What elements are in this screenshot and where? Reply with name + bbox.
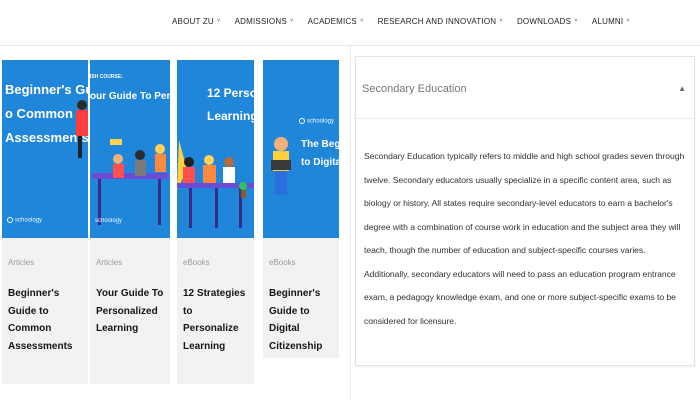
card-title[interactable]: 12 Strategies to Personalize Learning [183, 285, 248, 355]
thumbnail-title: 12 Personaliz Learning Stra [207, 82, 254, 128]
top-navigation: ABOUT ZU ˅ ADMISSIONS ˅ ACADEMICS ˅ RESEARC… [0, 0, 700, 46]
thumbnail-line: 12 Personaliz [207, 86, 254, 100]
resource-card[interactable]: schoology The Beginner's to Digital Citi… [263, 60, 339, 358]
chevron-down-icon: ˅ [359, 18, 364, 24]
nav-item-admissions[interactable]: ADMISSIONS ˅ [235, 17, 294, 26]
brand-label: schoology [95, 218, 122, 224]
resource-card[interactable]: ISH COURSE: our Guide To Personalized L … [90, 60, 170, 384]
accordion-header[interactable]: Secondary Education ▲ [356, 57, 694, 119]
thumbnail-title: our Guide To Personalized L [90, 91, 170, 102]
card-category: eBooks [269, 258, 296, 267]
nav-item-academics[interactable]: ACADEMICS ˅ [308, 17, 364, 26]
brand-text: schoology [95, 218, 123, 224]
nav-label: ALUMNI [591, 17, 624, 26]
card-category: eBooks [183, 258, 210, 267]
resource-cards: Beginner's Guide o Common Assessments sc… [0, 60, 350, 390]
card-thumbnail[interactable]: 12 Personaliz Learning Stra [177, 60, 254, 238]
card-thumbnail[interactable]: Beginner's Guide o Common Assessments sc… [2, 60, 88, 238]
illustration-students [177, 140, 254, 228]
resource-card[interactable]: Beginner's Guide o Common Assessments sc… [2, 60, 88, 384]
card-thumbnail[interactable]: schoology The Beginner's to Digital Citi… [263, 60, 339, 238]
chevron-down-icon: ˅ [216, 18, 221, 24]
thumbnail-line: The Beginner's [301, 139, 339, 150]
chevron-down-icon: ˅ [289, 18, 294, 24]
brand-label: schoology [7, 217, 42, 224]
thumbnail-title: The Beginner's to Digital Citiz [301, 136, 339, 172]
nav-label: ACADEMICS [307, 17, 357, 26]
illustration-person [271, 137, 291, 195]
thumbnail-line: Beginner's Guide [5, 82, 88, 97]
thumbnail-line: to Digital Citiz [301, 157, 339, 168]
panel-body-text: Secondary Education typically refers to … [364, 151, 685, 326]
nav-item-downloads[interactable]: DOWNLOADS ˅ [517, 17, 578, 26]
nav-item-alumni[interactable]: ALUMNI ˅ [592, 17, 630, 26]
logo-icon [299, 118, 305, 124]
card-category: Articles [8, 258, 35, 267]
card-title[interactable]: Beginner's Guide to Common Assessments [8, 285, 82, 355]
nav-item-about[interactable]: ABOUT ZU ˅ [172, 17, 221, 26]
thumbnail-kicker: ISH COURSE: [90, 74, 123, 80]
illustration-figure [76, 100, 88, 158]
brand-text: schoology [307, 118, 335, 125]
chevron-down-icon: ˅ [626, 18, 631, 24]
logo-icon [7, 217, 13, 224]
illustration-classroom [92, 139, 168, 225]
panel-title: Secondary Education [362, 83, 467, 95]
column-divider [350, 44, 351, 400]
card-thumbnail[interactable]: ISH COURSE: our Guide To Personalized L … [90, 60, 170, 238]
brand-label: schoology [299, 118, 334, 125]
thumbnail-line: Learning Stra [207, 108, 254, 123]
chevron-down-icon: ˅ [499, 18, 503, 24]
card-category: Articles [96, 258, 123, 267]
chevron-up-icon[interactable]: ▲ [678, 84, 686, 93]
nav-label: ABOUT ZU [172, 17, 214, 26]
nav-label: ADMISSIONS [234, 17, 287, 26]
nav-item-research[interactable]: RESEARCH AND INNOVATION ˅ [378, 17, 503, 26]
resource-card[interactable]: 12 Personaliz Learning Stra eBooks [177, 60, 254, 384]
accordion-panel: Secondary Education ▲ Secondary Educatio… [355, 56, 695, 366]
chevron-down-icon: ˅ [574, 18, 578, 24]
card-title[interactable]: Your Guide To Personalized Learning [96, 285, 164, 338]
card-title[interactable]: Beginner's Guide to Digital Citizenship [269, 285, 333, 355]
nav-label: RESEARCH AND INNOVATION [377, 17, 497, 26]
brand-text: schoology [15, 218, 43, 224]
nav-menu: ABOUT ZU ˅ ADMISSIONS ˅ ACADEMICS ˅ RESEARC… [172, 17, 630, 26]
nav-label: DOWNLOADS [516, 17, 572, 26]
